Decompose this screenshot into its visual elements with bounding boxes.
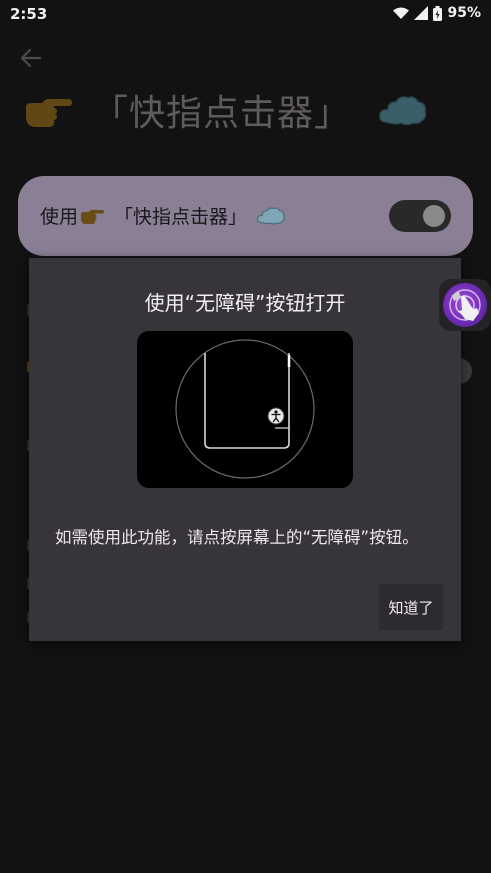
phone-illustration-icon — [175, 339, 315, 479]
accessibility-dialog: 使用“无障碍”按钮打开 如需使用此功能，请点按屏幕上的“无障碍”按钮。 知道了 — [29, 258, 461, 641]
toggle-knob — [423, 205, 445, 227]
floating-app-button[interactable] — [439, 279, 491, 331]
pointing-hand-icon — [81, 209, 105, 224]
arrow-back-icon — [20, 48, 42, 68]
switch-label-name: 「快指点击器」 — [114, 206, 248, 228]
status-icons: 95% — [393, 5, 481, 21]
dialog-title: 使用“无障碍”按钮打开 — [144, 291, 346, 315]
tap-hand-icon — [449, 289, 481, 321]
signal-icon — [414, 6, 429, 20]
page-title-text: 「快指点击器」 — [92, 93, 352, 134]
status-bar: 2:53 95% — [0, 0, 491, 28]
app-logo — [443, 283, 487, 327]
switch-label: 使用 「快指点击器」 — [40, 202, 285, 229]
wifi-icon — [393, 7, 410, 19]
cloud-icon — [257, 207, 285, 225]
battery-percent: 95% — [447, 5, 481, 21]
enable-toggle[interactable] — [389, 200, 451, 232]
got-it-button[interactable]: 知道了 — [379, 584, 443, 630]
back-button[interactable] — [18, 45, 44, 71]
switch-label-prefix: 使用 — [40, 206, 79, 228]
status-time: 2:53 — [10, 5, 48, 23]
page-title: 「快指点击器」 — [24, 84, 427, 136]
main-switch-card[interactable]: 使用 「快指点击器」 — [18, 176, 473, 256]
battery-icon — [433, 5, 443, 21]
dialog-message: 如需使用此功能，请点按屏幕上的“无障碍”按钮。 — [55, 528, 419, 547]
pointing-hand-icon — [26, 98, 72, 127]
accessibility-button-illustration — [137, 331, 353, 488]
cloud-icon — [379, 96, 427, 126]
